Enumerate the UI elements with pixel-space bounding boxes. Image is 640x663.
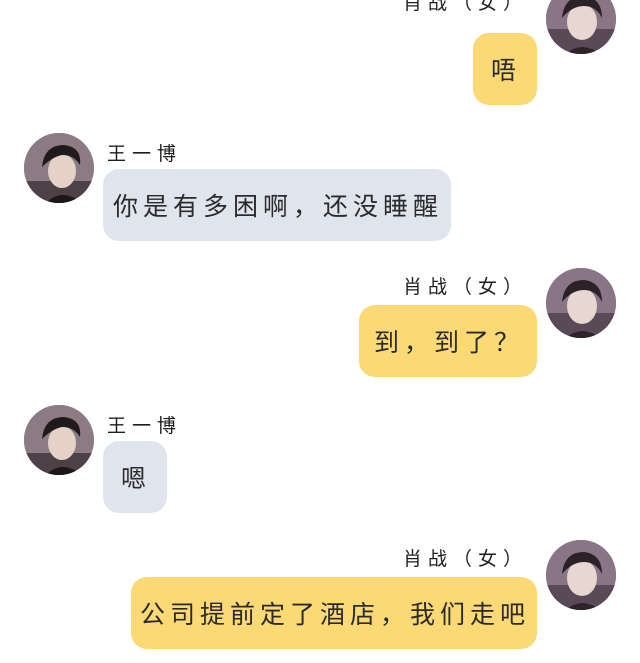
sender-name: 王一博: [107, 415, 183, 437]
chat-message-self: 肖战（女） 唔: [0, 0, 640, 106]
chat-message-self: 肖战（女） 公司提前定了酒店，我们走吧: [0, 540, 640, 652]
chat-message-self: 肖战（女） 到，到了？: [0, 268, 640, 380]
sender-name: 肖战（女）: [402, 548, 528, 570]
avatar-other[interactable]: [24, 133, 94, 203]
message-bubble[interactable]: 唔: [473, 33, 537, 105]
message-bubble[interactable]: 公司提前定了酒店，我们走吧: [131, 577, 537, 649]
avatar-self[interactable]: [546, 0, 616, 54]
chat-message-other: 王一博 你是有多困啊，还没睡醒: [0, 133, 640, 243]
avatar-self[interactable]: [546, 268, 616, 338]
sender-name: 肖战（女）: [402, 0, 528, 14]
avatar-other[interactable]: [24, 405, 94, 475]
chat-message-other: 王一博 嗯: [0, 405, 640, 515]
sender-name: 王一博: [107, 143, 183, 165]
message-bubble[interactable]: 你是有多困啊，还没睡醒: [103, 169, 451, 241]
avatar-self[interactable]: [546, 540, 616, 610]
message-bubble[interactable]: 到，到了？: [359, 305, 537, 377]
sender-name: 肖战（女）: [402, 276, 528, 298]
message-bubble[interactable]: 嗯: [103, 441, 167, 513]
